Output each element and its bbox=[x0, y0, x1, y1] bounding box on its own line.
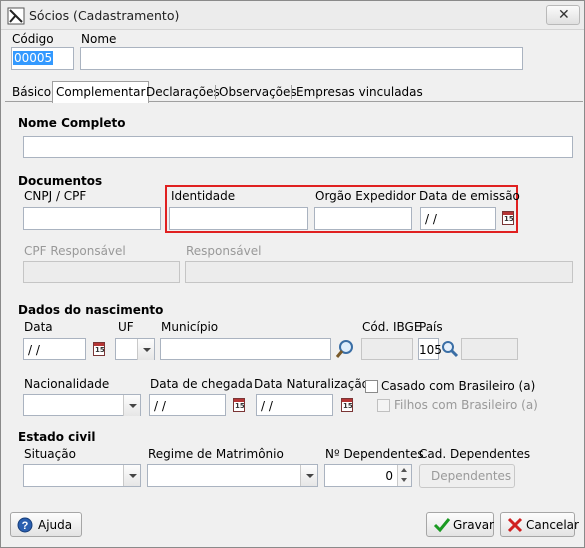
tab-empresas-vinculadas[interactable]: Empresas vinculadas bbox=[296, 83, 423, 102]
nome-input[interactable] bbox=[80, 47, 523, 70]
search-icon[interactable] bbox=[440, 339, 460, 359]
cancel-icon bbox=[507, 517, 523, 533]
calendar-icon[interactable]: 15 bbox=[341, 398, 353, 412]
tab-declaracoes[interactable]: Declarações bbox=[146, 83, 220, 102]
nome-completo-input[interactable] bbox=[23, 136, 573, 158]
data-chegada-input[interactable]: / / bbox=[149, 394, 226, 416]
nacionalidade-label: Nacionalidade bbox=[24, 377, 110, 391]
tab-bar: Básico Complementar Declarações Observaç… bbox=[5, 81, 583, 103]
n-dependentes-label: Nº Dependentes bbox=[325, 447, 424, 461]
casado-checkbox[interactable] bbox=[365, 380, 378, 393]
estado-civil-section-label: Estado civil bbox=[18, 430, 96, 444]
cpf-responsavel-label: CPF Responsável bbox=[24, 244, 126, 258]
situacao-label: Situação bbox=[24, 447, 76, 461]
gravar-button[interactable]: Gravar bbox=[426, 512, 494, 537]
tab-basico[interactable]: Básico bbox=[12, 83, 51, 102]
codigo-input[interactable]: 00005 bbox=[11, 47, 74, 70]
chevron-down-icon[interactable] bbox=[300, 465, 317, 486]
help-icon: ? bbox=[17, 517, 33, 533]
calendar-icon[interactable]: 15 bbox=[502, 211, 514, 225]
cancelar-button[interactable]: Cancelar bbox=[500, 512, 579, 537]
tab-observacoes[interactable]: Observações bbox=[219, 83, 297, 102]
chevron-down-icon[interactable] bbox=[123, 395, 140, 416]
nome-completo-label: Nome Completo bbox=[18, 116, 126, 130]
pais-label: País bbox=[419, 320, 443, 334]
calendar-icon[interactable]: 15 bbox=[233, 398, 245, 412]
municipio-label: Município bbox=[161, 320, 219, 334]
chevron-down-icon[interactable] bbox=[137, 339, 154, 360]
pais-code-input[interactable]: 105 bbox=[418, 338, 442, 360]
window-title: Sócios (Cadastramento) bbox=[29, 8, 180, 23]
data-nascimento-label: Data bbox=[24, 320, 53, 334]
data-nascimento-input[interactable]: / / bbox=[23, 338, 86, 360]
nascimento-section-label: Dados do nascimento bbox=[18, 303, 164, 317]
codigo-value: 00005 bbox=[13, 51, 54, 65]
situacao-select[interactable] bbox=[23, 464, 141, 487]
title-bar: Sócios (Cadastramento) ✕ bbox=[1, 1, 584, 30]
app-icon bbox=[7, 7, 25, 25]
cod-ibge-label: Cód. IBGE bbox=[362, 320, 422, 334]
calendar-icon[interactable]: 15 bbox=[93, 342, 105, 356]
n-dependentes-stepper[interactable]: 0 bbox=[324, 464, 412, 487]
filhos-checkbox bbox=[377, 399, 390, 412]
responsavel-input bbox=[185, 261, 573, 283]
dependentes-button: Dependentes bbox=[419, 464, 515, 488]
main-window: Sócios (Cadastramento) ✕ Código 00005 No… bbox=[0, 0, 585, 548]
orgao-expedidor-input[interactable] bbox=[314, 207, 412, 230]
documentos-section-label: Documentos bbox=[18, 174, 103, 188]
data-emissao-label: Data de emissão bbox=[419, 189, 520, 203]
search-icon[interactable] bbox=[334, 338, 356, 360]
regime-label: Regime de Matrimônio bbox=[148, 447, 284, 461]
filhos-label: Filhos com Brasileiro (a) bbox=[394, 398, 538, 412]
data-emissao-input[interactable]: / / bbox=[420, 207, 496, 230]
nacionalidade-select[interactable] bbox=[23, 394, 141, 416]
nome-label: Nome bbox=[81, 32, 117, 46]
cad-dependentes-label: Cad. Dependentes bbox=[419, 447, 531, 461]
ajuda-button[interactable]: ? Ajuda bbox=[10, 512, 82, 537]
pais-name-input bbox=[461, 338, 518, 360]
check-icon bbox=[433, 518, 451, 533]
data-naturalizacao-label: Data Naturalização bbox=[254, 377, 370, 391]
uf-select[interactable] bbox=[115, 338, 155, 360]
data-chegada-label: Data de chegada bbox=[150, 377, 253, 391]
cnpj-cpf-input[interactable] bbox=[23, 207, 161, 230]
casado-label: Casado com Brasileiro (a) bbox=[381, 379, 536, 393]
orgao-expedidor-label: Orgão Expedidor bbox=[315, 189, 416, 203]
close-icon: ✕ bbox=[558, 7, 570, 23]
uf-label: UF bbox=[118, 320, 134, 334]
close-button[interactable]: ✕ bbox=[546, 5, 580, 25]
cod-ibge-input bbox=[361, 338, 413, 360]
tab-complementar[interactable]: Complementar bbox=[52, 81, 150, 103]
chevron-down-icon[interactable] bbox=[123, 465, 140, 486]
regime-select[interactable] bbox=[147, 464, 318, 487]
responsavel-label: Responsável bbox=[186, 244, 262, 258]
svg-text:?: ? bbox=[22, 520, 29, 532]
identidade-label: Identidade bbox=[171, 189, 236, 203]
identidade-input[interactable] bbox=[169, 207, 308, 230]
codigo-label: Código bbox=[12, 32, 54, 46]
spin-arrows-icon[interactable] bbox=[397, 465, 411, 486]
cnpj-cpf-label: CNPJ / CPF bbox=[24, 189, 87, 203]
tab-separator bbox=[215, 85, 216, 99]
cpf-responsavel-input bbox=[23, 261, 180, 283]
municipio-input[interactable] bbox=[160, 338, 331, 360]
tab-separator bbox=[291, 85, 292, 99]
data-naturalizacao-input[interactable]: / / bbox=[256, 394, 333, 416]
